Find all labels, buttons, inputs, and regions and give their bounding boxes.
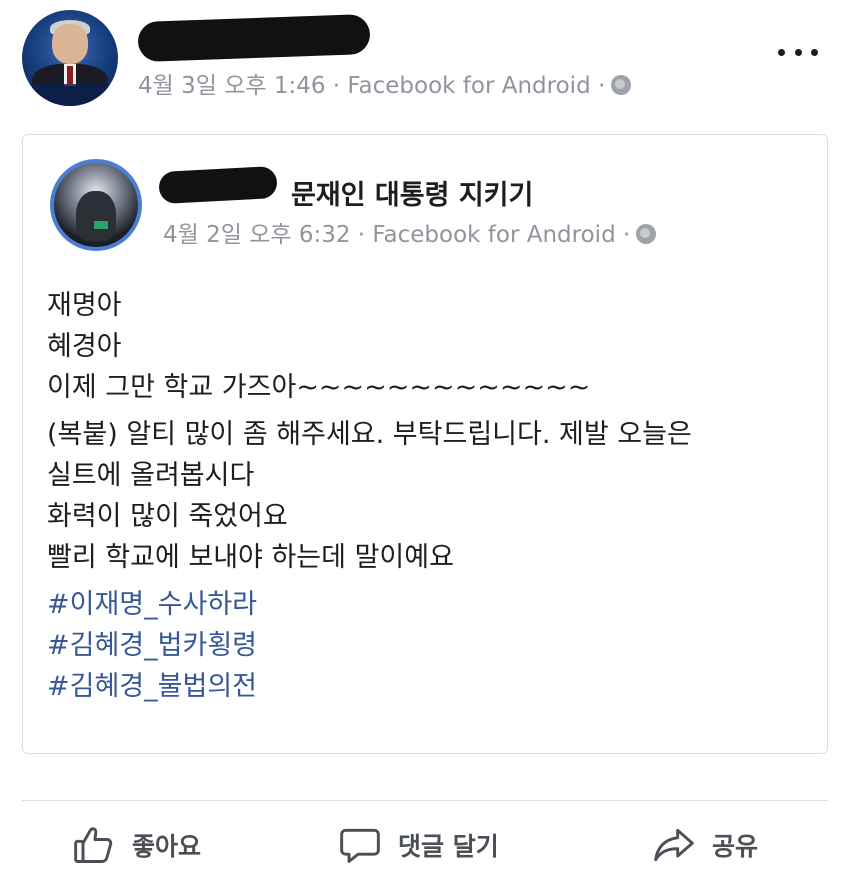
globe-icon	[636, 224, 657, 244]
action-bar: 좋아요 댓글 달기 공유	[0, 810, 850, 880]
thumbs-up-icon	[74, 827, 113, 863]
globe-icon	[611, 75, 632, 95]
like-button[interactable]: 좋아요	[72, 810, 201, 880]
avatar-face	[52, 24, 88, 64]
shared-post-card[interactable]: 문재인 대통령 지키기 4월 2일 오후 6:32 · Facebook for…	[22, 134, 828, 754]
share-button[interactable]: 공유	[652, 810, 758, 880]
hashtag-link[interactable]: #김혜경_법카횡령	[47, 625, 817, 666]
paragraph-2: (복붙) 알티 많이 좀 해주세요. 부탁드립니다. 제발 오늘은 실트에 올려…	[47, 414, 817, 578]
more-dot-icon	[778, 48, 785, 56]
paragraph-1: 재명아 혜경아 이제 그만 학교 가즈아~~~~~~~~~~~~~	[47, 285, 817, 408]
like-label: 좋아요	[132, 832, 202, 861]
body-line: 화력이 많이 죽었어요	[47, 501, 288, 532]
more-options-button[interactable]	[774, 38, 822, 66]
share-label: 공유	[712, 832, 759, 861]
comment-button[interactable]: 댓글 달기	[338, 810, 499, 880]
body-line: 빨리 학교에 보내야 하는데 말이예요	[47, 542, 454, 573]
comment-label: 댓글 달기	[398, 832, 499, 861]
author-avatar[interactable]	[22, 10, 118, 106]
shared-meta-text: 4월 2일 오후 6:32 · Facebook for Android ·	[163, 222, 631, 248]
post-meta-text: 4월 3일 오후 1:46 · Facebook for Android ·	[138, 73, 606, 99]
body-line: 실트에 올려봅시다	[47, 460, 255, 491]
comment-bubble-icon	[340, 828, 380, 863]
shared-author-avatar[interactable]	[50, 159, 142, 251]
avatar-figure	[76, 191, 116, 241]
body-line: 이제 그만 학교 가즈아~~~~~~~~~~~~~	[47, 372, 591, 403]
body-line: (복붙) 알티 많이 좀 해주세요. 부탁드립니다. 제발 오늘은	[47, 419, 692, 450]
hashtag-link[interactable]: #이재명_수사하라	[47, 584, 817, 625]
post-body: 재명아 혜경아 이제 그만 학교 가즈아~~~~~~~~~~~~~ (복붙) 알…	[47, 285, 817, 713]
body-line: 혜경아	[47, 331, 122, 362]
action-divider	[22, 800, 828, 801]
redacted-author-name	[137, 13, 371, 63]
shared-page-name[interactable]: 문재인 대통령 지키기	[291, 173, 533, 212]
redacted-shared-author-name	[158, 165, 278, 205]
avatar-accent	[94, 221, 108, 229]
share-arrow-icon	[654, 828, 694, 862]
more-dot-icon	[811, 48, 818, 56]
hashtags: #이재명_수사하라 #김혜경_법카횡령 #김혜경_불법의전	[47, 584, 817, 707]
avatar-banner	[22, 84, 118, 106]
body-line: 재명아	[47, 290, 122, 321]
post-meta: 4월 3일 오후 1:46 · Facebook for Android ·	[138, 66, 632, 100]
more-dot-icon	[794, 48, 802, 56]
avatar-tie	[67, 66, 73, 84]
shared-post-meta: 4월 2일 오후 6:32 · Facebook for Android ·	[163, 215, 657, 249]
hashtag-link[interactable]: #김혜경_불법의전	[47, 666, 817, 707]
